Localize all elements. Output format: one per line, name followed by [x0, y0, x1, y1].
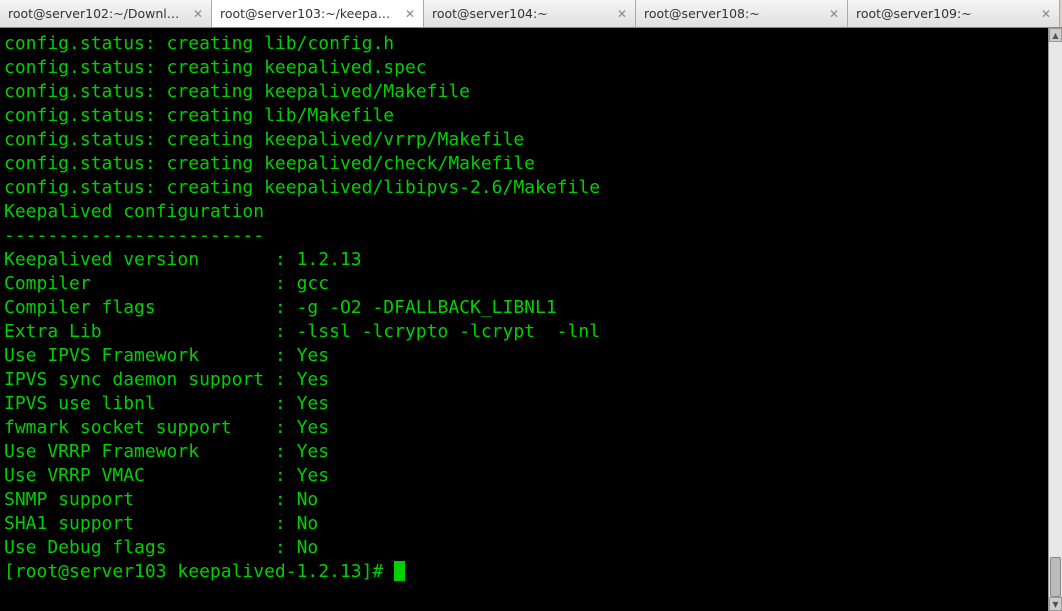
close-icon[interactable]: ✕ — [1041, 8, 1051, 20]
tab-label: root@server103:~/keepa… — [220, 6, 399, 21]
terminal-line: config.status: creating keepalived.spec — [4, 56, 1044, 80]
scroll-thumb[interactable] — [1050, 557, 1061, 597]
close-icon[interactable]: ✕ — [193, 8, 203, 20]
terminal-line: Compiler flags : -g -O2 -DFALLBACK_LIBNL… — [4, 296, 1044, 320]
tab-label: root@server104:~ — [432, 6, 611, 21]
tab-server108[interactable]: root@server108:~ ✕ — [636, 0, 848, 27]
terminal-line: config.status: creating lib/Makefile — [4, 104, 1044, 128]
terminal-line: Keepalived version : 1.2.13 — [4, 248, 1044, 272]
terminal-line: SHA1 support : No — [4, 512, 1044, 536]
scroll-down-button[interactable]: ▼ — [1049, 597, 1062, 611]
terminal-line: Use Debug flags : No — [4, 536, 1044, 560]
terminal-line: Use VRRP Framework : Yes — [4, 440, 1044, 464]
terminal-line: config.status: creating keepalived/vrrp/… — [4, 128, 1044, 152]
tab-label: root@server109:~ — [856, 6, 1035, 21]
terminal-line: Extra Lib : -lssl -lcrypto -lcrypt -lnl — [4, 320, 1044, 344]
tab-label: root@server108:~ — [644, 6, 823, 21]
terminal-line: config.status: creating keepalived/libip… — [4, 176, 1044, 200]
close-icon[interactable]: ✕ — [617, 8, 627, 20]
terminal-line: ------------------------ — [4, 224, 1044, 248]
close-icon[interactable]: ✕ — [829, 8, 839, 20]
terminal-line: config.status: creating lib/config.h — [4, 32, 1044, 56]
close-icon[interactable]: ✕ — [405, 8, 415, 20]
terminal-line: SNMP support : No — [4, 488, 1044, 512]
terminal-line: config.status: creating keepalived/Makef… — [4, 80, 1044, 104]
terminal-line: Use VRRP VMAC : Yes — [4, 464, 1044, 488]
terminal-line: config.status: creating keepalived/check… — [4, 152, 1044, 176]
terminal-line: IPVS sync daemon support : Yes — [4, 368, 1044, 392]
terminal-line: Keepalived configuration — [4, 200, 1044, 224]
terminal-line: IPVS use libnl : Yes — [4, 392, 1044, 416]
tab-server102[interactable]: root@server102:~/Downl… ✕ — [0, 0, 212, 27]
terminal-line: Compiler : gcc — [4, 272, 1044, 296]
scroll-up-button[interactable]: ▲ — [1049, 28, 1062, 42]
tab-server103[interactable]: root@server103:~/keepa… ✕ — [212, 0, 424, 27]
tab-bar: root@server102:~/Downl… ✕ root@server103… — [0, 0, 1062, 28]
tab-server104[interactable]: root@server104:~ ✕ — [424, 0, 636, 27]
scroll-track[interactable] — [1049, 42, 1062, 597]
tab-server109[interactable]: root@server109:~ ✕ — [848, 0, 1060, 27]
cursor — [394, 561, 405, 581]
terminal-prompt-line: [root@server103 keepalived-1.2.13]# — [4, 560, 1044, 584]
terminal-line: Use IPVS Framework : Yes — [4, 344, 1044, 368]
terminal-line: fwmark socket support : Yes — [4, 416, 1044, 440]
scrollbar[interactable]: ▲ ▼ — [1048, 28, 1062, 611]
terminal-wrap: config.status: creating lib/config.hconf… — [0, 28, 1062, 611]
terminal[interactable]: config.status: creating lib/config.hconf… — [0, 28, 1048, 611]
tab-label: root@server102:~/Downl… — [8, 6, 187, 21]
